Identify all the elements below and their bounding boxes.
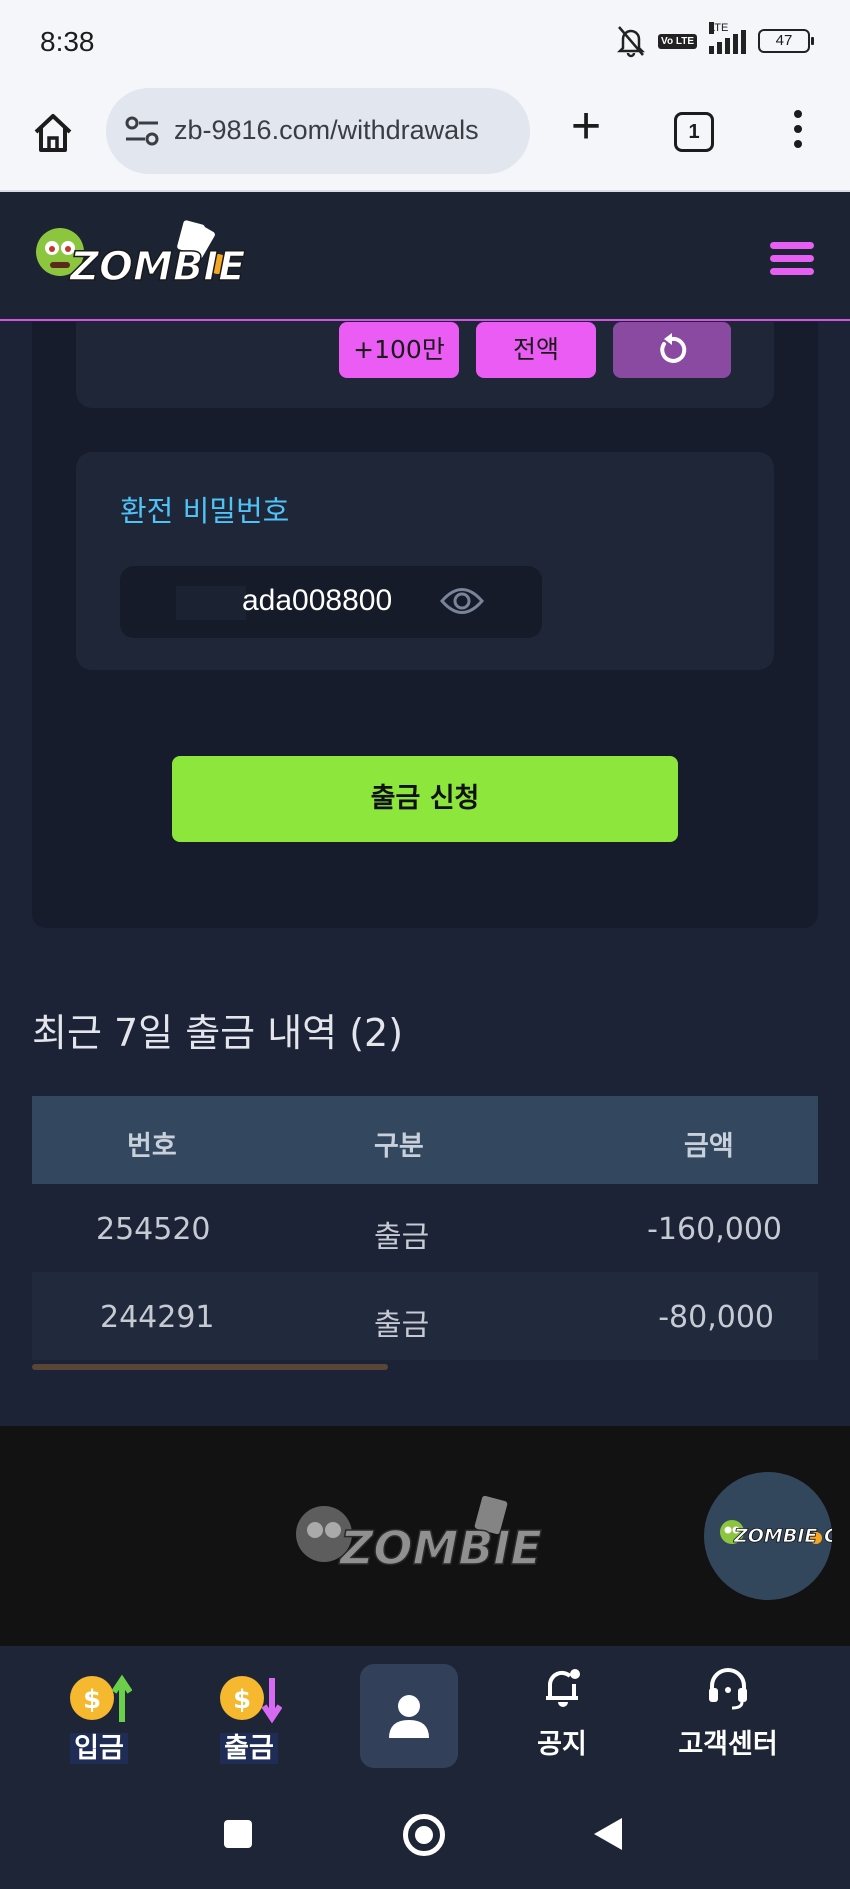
row-amount: -80,000 [658, 1300, 774, 1335]
nav-notice-label: 공지 [537, 1729, 587, 1760]
row-type: 출금 [374, 1308, 430, 1343]
tab-switcher-button[interactable]: 1 [674, 112, 714, 152]
password-field[interactable]: ada008800 [120, 566, 542, 638]
coin-up-icon: $ [70, 1674, 132, 1722]
reset-icon [660, 333, 687, 363]
browser-toolbar: zb-9816.com/withdrawals + 1 [0, 84, 850, 192]
svg-text:ZOMBIE CASINO: ZOMBIE CASINO [338, 1521, 558, 1575]
all-amount-button[interactable]: 전액 [476, 322, 596, 378]
zombie-casino-logo[interactable]: ZOMBIE CASINO [30, 212, 250, 312]
column-header: 번호 [127, 1131, 177, 1162]
more-menu-icon[interactable] [786, 110, 810, 154]
row-id: 244291 [100, 1300, 215, 1335]
home-nav-icon[interactable] [403, 1814, 445, 1856]
svg-text:ZOMBIE CASINO: ZOMBIE CASINO [733, 1525, 832, 1547]
password-label: 환전 비밀번호 [120, 494, 290, 528]
eye-icon[interactable] [440, 584, 484, 618]
logo-title: ZOMBIE CASINO [68, 244, 250, 290]
table-row[interactable]: 254520 출금 -160,000 [32, 1184, 818, 1272]
site-header: ZOMBIE CASINO [0, 194, 850, 321]
column-header: 금액 [684, 1131, 734, 1162]
status-bar: 8:38 Vo LTE LTE 47 [0, 0, 850, 84]
withdraw-request-button[interactable]: 출금 신청 [172, 756, 678, 842]
address-bar[interactable]: zb-9816.com/withdrawals [106, 88, 530, 174]
svg-text:$: $ [83, 1685, 101, 1715]
recents-icon[interactable] [224, 1820, 252, 1848]
row-id: 254520 [96, 1212, 211, 1247]
battery-icon: 47 [758, 29, 814, 53]
bell-muted-icon [617, 26, 646, 58]
history-title: 최근 7일 출금 내역 (2) [32, 1011, 404, 1055]
floating-logo-button[interactable]: ZOMBIE CASINO [704, 1472, 850, 1600]
nav-support[interactable]: 고객센터 [666, 1646, 790, 1778]
home-icon[interactable] [28, 108, 78, 158]
column-header: 구분 [374, 1131, 424, 1162]
svg-text:$: $ [233, 1685, 251, 1715]
bottom-navigation: $ 입금 $ 출금 공지 고객센터 [0, 1646, 850, 1778]
signal-icon: LTE [709, 22, 746, 54]
reset-button[interactable] [613, 322, 731, 378]
row-amount: -160,000 [647, 1212, 782, 1247]
user-icon [389, 1695, 429, 1738]
nav-deposit[interactable]: $ 입금 [54, 1646, 144, 1778]
site-settings-icon[interactable] [124, 115, 160, 147]
horizontal-scrollbar[interactable] [32, 1364, 388, 1370]
table-row[interactable]: 244291 출금 -80,000 [32, 1272, 818, 1360]
coin-down-icon: $ [220, 1676, 282, 1724]
status-icons: Vo LTE LTE 47 [616, 22, 814, 58]
password-value: ada008800 [242, 584, 393, 617]
bell-icon [546, 1669, 580, 1707]
nav-withdraw-label: 출금 [220, 1733, 278, 1764]
nav-deposit-label: 입금 [70, 1733, 128, 1764]
headset-icon [709, 1668, 747, 1710]
zombie-casino-badge-icon: ZOMBIE CASINO [720, 1520, 850, 1547]
nav-withdraw[interactable]: $ 출금 [204, 1646, 294, 1778]
profile-button[interactable] [360, 1664, 458, 1768]
add-1m-button[interactable]: +100만 [339, 322, 459, 378]
nav-support-label: 고객센터 [678, 1729, 778, 1760]
new-tab-plus-icon[interactable]: + [566, 100, 606, 152]
row-type: 출금 [374, 1220, 430, 1255]
status-time: 8:38 [40, 26, 95, 57]
history-table: 번호 구분 금액 254520 출금 -160,000 244291 출금 -8… [32, 1096, 818, 1360]
input-mask [176, 586, 246, 620]
nav-notice[interactable]: 공지 [524, 1646, 600, 1778]
footer-logo: ZOMBIE CASINO [296, 1495, 558, 1576]
back-icon[interactable] [592, 1816, 624, 1852]
table-header: 번호 구분 금액 [32, 1096, 818, 1184]
url-text: zb-9816.com/withdrawals [174, 115, 479, 145]
system-navigation-bar [0, 1778, 850, 1889]
hamburger-menu-icon[interactable] [770, 242, 814, 276]
volte-icon: Vo LTE [658, 33, 697, 49]
